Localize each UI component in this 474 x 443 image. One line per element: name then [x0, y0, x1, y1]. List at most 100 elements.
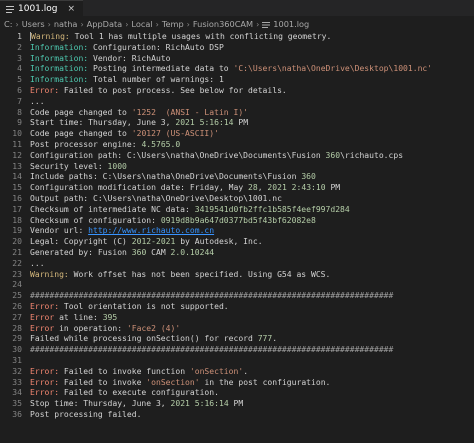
code-line[interactable]: 5 Information: Total number of warnings: … — [0, 75, 474, 86]
token: 5:16:14 — [199, 118, 234, 128]
code-line[interactable]: 19 Vendor url: http://www.richauto.com.cn — [0, 226, 474, 237]
breadcrumb-item[interactable]: C: — [4, 19, 12, 29]
chevron-right-icon: › — [186, 19, 190, 29]
tab-1001-log[interactable]: 1001.log × — [0, 0, 84, 17]
breadcrumb-item[interactable]: natha — [54, 19, 78, 29]
breadcrumb-item[interactable]: Temp — [162, 19, 184, 29]
token: Information: — [30, 53, 89, 63]
token: Checksum of intermediate NC data: — [30, 204, 195, 214]
code-line[interactable]: 15 Configuration modification date: Frida… — [0, 183, 474, 194]
code-line[interactable]: 36 Post processing failed. — [0, 410, 474, 421]
code-line[interactable]: 25 ######################################… — [0, 291, 474, 302]
code-line[interactable]: 8 Code page changed to '1252 (ANSI - Lati… — [0, 108, 474, 119]
code-line[interactable]: 7... — [0, 97, 474, 108]
code-line[interactable]: 21 Generated by: Fusion 360 CAM 2.0.10244 — [0, 248, 474, 259]
token: Start time: Thursday, June 3, — [30, 118, 176, 128]
breadcrumb-item[interactable]: AppData — [87, 19, 123, 29]
breadcrumb-item[interactable]: Local — [131, 19, 152, 29]
code-line[interactable]: 30 ######################################… — [0, 345, 474, 356]
code-line[interactable]: 26 Error: Tool orientation is not support… — [0, 302, 474, 313]
line-text: ########################################… — [30, 291, 474, 302]
token: 360 — [301, 172, 316, 182]
chevron-right-icon: › — [155, 19, 159, 29]
tab-label: 1001.log — [18, 4, 58, 14]
breadcrumb-item[interactable]: Fusion360CAM — [193, 19, 253, 29]
line-number: 21 — [12, 247, 22, 257]
code-line[interactable]: 10 Code page changed to '20127 (US-ASCII)… — [0, 129, 474, 140]
code-line[interactable]: 2 Information: Configuration: RichAuto DS… — [0, 43, 474, 54]
token: Failed to post process. See below for de… — [59, 85, 287, 95]
breadcrumb-item[interactable]: Users — [22, 19, 45, 29]
line-text: Error: Failed to invoke 'onSection' in t… — [30, 378, 474, 389]
code-line[interactable]: 13 Security level: 1000 — [0, 162, 474, 173]
code-line[interactable]: 6 Error: Failed to post process. See belo… — [0, 86, 474, 97]
chevron-right-icon: › — [125, 19, 129, 29]
code-line[interactable]: 9 Start time: Thursday, June 3, 2021 5:16… — [0, 118, 474, 129]
code-line[interactable]: 11 Post processor engine: 4.5765.0 — [0, 140, 474, 151]
token: Tool orientation is not supported. — [59, 301, 229, 311]
line-text: Start time: Thursday, June 3, 2021 5:16:… — [30, 118, 474, 129]
editor[interactable]: 1 Warning: Tool 1 has multiple usages wit… — [0, 31, 474, 421]
line-text: Warning: Tool 1 has multiple usages with… — [30, 32, 474, 43]
line-text: Code page changed to '1252 (ANSI - Latin… — [30, 108, 474, 119]
line-number: 28 — [12, 323, 22, 333]
code-line[interactable]: 23 Warning: Work offset has not been spec… — [0, 270, 474, 281]
close-icon[interactable]: × — [68, 4, 76, 14]
code-line[interactable]: 22... — [0, 259, 474, 270]
line-text: Failed while processing onSection() for … — [30, 334, 474, 345]
token: 2.0.10244 — [170, 247, 215, 257]
token: Post processing failed. — [30, 409, 142, 419]
line-number: 34 — [12, 388, 22, 398]
code-line[interactable]: 17 Checksum of intermediate NC data: 3419… — [0, 205, 474, 216]
line-text: Legal: Copyright (C) 2012-2021 by Autode… — [30, 237, 474, 248]
code-line[interactable]: 34 Error: Failed to execute configuration… — [0, 388, 474, 399]
token: 2012-2021 — [131, 237, 176, 247]
token: 28 — [248, 183, 258, 193]
line-text: Warning: Work offset has not been specif… — [30, 270, 474, 281]
token: 777 — [257, 334, 273, 344]
token: 395 — [102, 312, 118, 322]
line-text: Post processing failed. — [30, 410, 474, 421]
line-text: ########################################… — [30, 345, 474, 356]
line-text: Stop time: Thursday, June 3, 2021 5:16:1… — [30, 399, 474, 410]
token: Include paths: C:\Users\natha\OneDrive\D… — [30, 172, 302, 182]
code-line[interactable]: 29 Failed while processing onSection() fo… — [0, 334, 474, 345]
token: Vendor: RichAuto — [88, 53, 171, 63]
code-line[interactable]: 28 Error in operation: 'Face2 (4)' — [0, 324, 474, 335]
line-number: 8 — [17, 107, 22, 117]
token: Code page changed to — [30, 107, 132, 117]
token: 3419541d0fb2ffc1b585f4eef997d284 — [194, 204, 350, 214]
token: in operation: — [54, 323, 127, 333]
token: Error — [30, 312, 55, 322]
token: Total number of warnings: 1 — [88, 75, 224, 85]
code-line[interactable]: 35 Stop time: Thursday, June 3, 2021 5:16… — [0, 399, 474, 410]
code-line[interactable]: 14 Include paths: C:\Users\natha\OneDrive… — [0, 172, 474, 183]
line-number: 18 — [12, 215, 22, 225]
line-text: Code page changed to '20127 (US-ASCII)' — [30, 129, 474, 140]
code-line[interactable]: 3 Information: Vendor: RichAuto — [0, 54, 474, 65]
token: Generated by: Fusion — [30, 247, 132, 257]
code-line[interactable]: 18 Checksum of configuration: 0919d8b9a64… — [0, 216, 474, 227]
token: Failed to execute configuration. — [59, 388, 219, 398]
vendor-url-link[interactable]: http://www.richauto.com.cn — [88, 226, 214, 235]
token: by Autodesk, Inc. — [175, 237, 263, 247]
code-line[interactable]: 33 Error: Failed to invoke 'onSection' in… — [0, 378, 474, 389]
code-line[interactable]: 24 — [0, 280, 474, 291]
code-line[interactable]: 31 — [0, 356, 474, 367]
token: Warning: — [30, 269, 69, 279]
breadcrumb-file[interactable]: 1001.log — [273, 19, 309, 29]
line-number: 4 — [17, 64, 22, 74]
code-line[interactable]: 12 Configuration path: C:\Users\natha\One… — [0, 151, 474, 162]
code-line[interactable]: 32 Error: Failed to invoke function 'onSe… — [0, 367, 474, 378]
line-number: 11 — [12, 139, 22, 149]
code-line[interactable]: 16 Output path: C:\Users\natha\OneDrive\D… — [0, 194, 474, 205]
line-number: 30 — [12, 345, 22, 355]
code-line[interactable]: 4 Information: Posting intermediate data … — [0, 64, 474, 75]
code-line[interactable]: 1 Warning: Tool 1 has multiple usages wit… — [0, 32, 474, 43]
code-line[interactable]: 20 Legal: Copyright (C) 2012-2021 by Auto… — [0, 237, 474, 248]
line-text: Information: Vendor: RichAuto — [30, 54, 474, 65]
line-text: ... — [30, 97, 474, 108]
line-text: Include paths: C:\Users\natha\OneDrive\D… — [30, 172, 474, 183]
code-line[interactable]: 27 Error at line: 395 — [0, 313, 474, 324]
token: , — [257, 183, 268, 193]
